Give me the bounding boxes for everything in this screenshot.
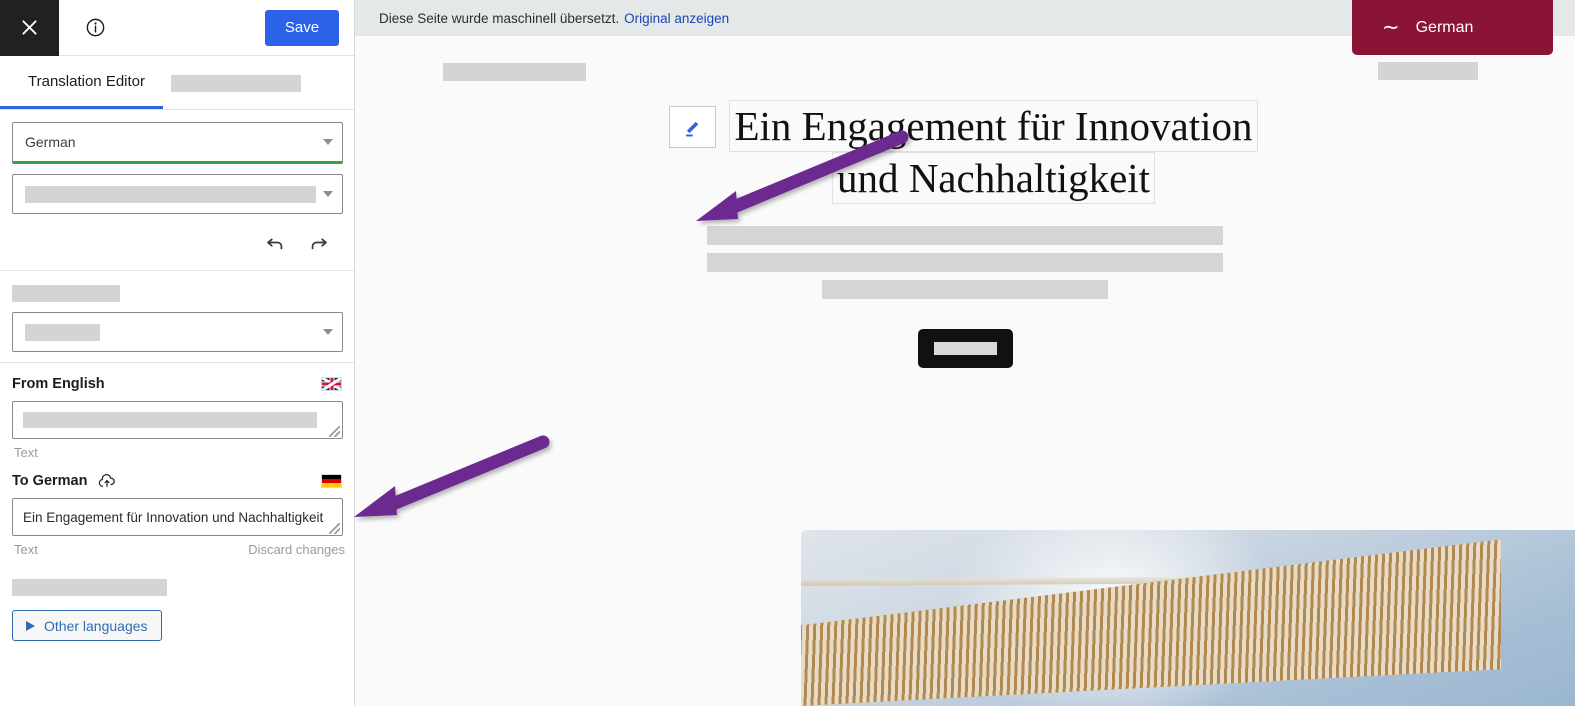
- pencil-edit-icon[interactable]: [669, 106, 716, 148]
- field-label-placeholder: [12, 285, 120, 302]
- german-flag-icon: [321, 474, 342, 488]
- close-icon[interactable]: [0, 0, 59, 56]
- translation-editor-app: Save Translation Editor German From Engl…: [0, 0, 1575, 706]
- headline-line-2: und Nachhaltigkeit: [831, 152, 1156, 205]
- secondary-select-placeholder: [25, 185, 316, 203]
- source-field-header: From English: [12, 376, 342, 392]
- target-field-block: To German Ein Engagement für Innovation …: [0, 473, 354, 557]
- discard-changes-link[interactable]: Discard changes: [248, 542, 345, 557]
- divider: [0, 362, 354, 363]
- target-caption-row: Text Discard changes: [14, 542, 345, 557]
- cloud-upload-icon[interactable]: [97, 473, 117, 489]
- banner-text: Diese Seite wurde maschinell übersetzt.: [379, 10, 620, 26]
- redo-icon[interactable]: [306, 230, 332, 256]
- third-select-placeholder: [25, 323, 100, 341]
- target-field-title: To German: [12, 473, 88, 489]
- language-select-wrap: German: [12, 122, 343, 164]
- cta-button[interactable]: [917, 329, 1013, 369]
- target-text-value: Ein Engagement für Innovation und Nachha…: [23, 509, 324, 525]
- target-textarea[interactable]: Ein Engagement für Innovation und Nachha…: [12, 498, 343, 536]
- info-icon[interactable]: [73, 0, 117, 56]
- show-original-link[interactable]: Original anzeigen: [624, 11, 729, 26]
- language-select[interactable]: German: [12, 122, 343, 164]
- chevron-down-icon: [323, 191, 333, 197]
- target-caption: Text: [14, 542, 38, 557]
- tab-placeholder[interactable]: [171, 75, 301, 92]
- secondary-select-wrap: [12, 174, 343, 214]
- source-field-title: From English: [12, 376, 105, 392]
- divider: [0, 270, 354, 271]
- building-roof-photo: [801, 530, 1575, 706]
- cta-label-placeholder: [933, 342, 997, 356]
- source-field-block: From English Text: [0, 376, 354, 460]
- headline-row: Ein Engagement für Innovation und Nachha…: [355, 100, 1575, 205]
- tilde-icon: ∼: [1382, 16, 1400, 39]
- uk-flag-icon: [321, 377, 342, 391]
- source-textarea[interactable]: [12, 401, 343, 439]
- resize-grip-icon[interactable]: [329, 523, 340, 534]
- secondary-select[interactable]: [12, 174, 343, 214]
- nav-action-placeholder: [1378, 62, 1478, 80]
- source-caption: Text: [14, 445, 38, 460]
- hero-section: Ein Engagement für Innovation und Nachha…: [355, 100, 1575, 369]
- body-line-placeholder: [707, 226, 1223, 246]
- body-text-placeholders: [355, 226, 1575, 300]
- nav-logo-placeholder: [443, 63, 586, 81]
- tab-label: Translation Editor: [28, 72, 145, 90]
- headline-line-1: Ein Engagement für Innovation: [729, 100, 1258, 153]
- other-languages-button[interactable]: Other languages: [12, 610, 162, 641]
- play-triangle-icon: [26, 620, 35, 631]
- language-select-section: German: [0, 110, 354, 214]
- undo-redo-row: [0, 224, 354, 266]
- sidebar-header: Save: [0, 0, 354, 56]
- sidebar-tabs: Translation Editor: [0, 56, 354, 110]
- resize-grip-icon[interactable]: [329, 426, 340, 437]
- third-select-wrap: [12, 312, 343, 352]
- other-languages-label: Other languages: [44, 617, 148, 634]
- source-caption-row: Text: [14, 445, 345, 460]
- bottom-placeholder: [12, 579, 167, 596]
- source-text-placeholder: [23, 412, 317, 428]
- body-line-placeholder: [707, 253, 1223, 273]
- language-select-value: German: [25, 134, 76, 150]
- page-preview: Diese Seite wurde maschinell übersetzt. …: [355, 0, 1575, 706]
- language-badge-label: German: [1415, 18, 1474, 36]
- chevron-down-icon: [323, 329, 333, 335]
- save-button[interactable]: Save: [265, 9, 339, 46]
- third-select-section: [0, 312, 354, 352]
- tab-translation-editor[interactable]: Translation Editor: [0, 56, 163, 109]
- chevron-down-icon: [323, 139, 333, 145]
- translation-editor-sidebar: Save Translation Editor German From Engl…: [0, 0, 355, 706]
- page-headline[interactable]: Ein Engagement für Innovation und Nachha…: [726, 100, 1261, 205]
- language-badge[interactable]: ∼ German: [1352, 0, 1553, 55]
- third-select[interactable]: [12, 312, 343, 352]
- target-field-header: To German: [12, 473, 342, 489]
- undo-icon[interactable]: [262, 230, 288, 256]
- body-line-placeholder: [822, 280, 1108, 300]
